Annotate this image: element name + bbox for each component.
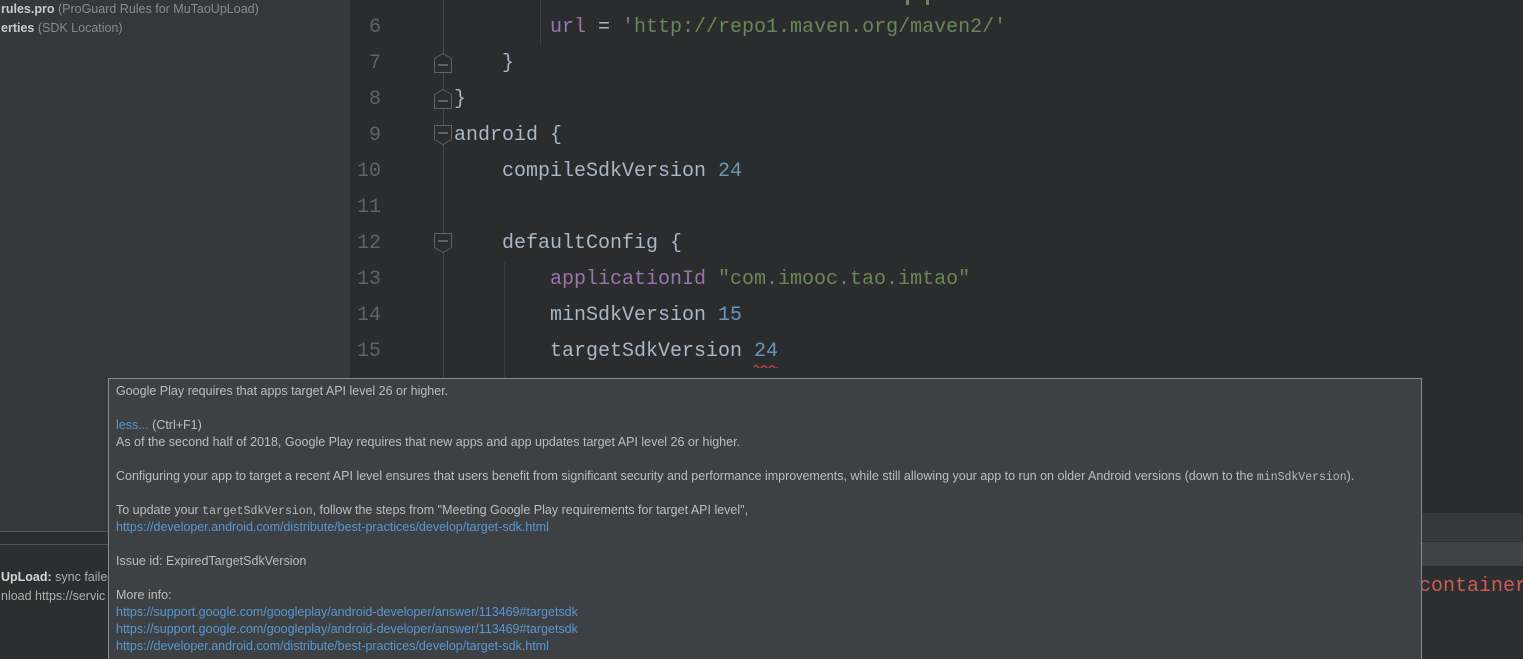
tooltip-link[interactable]: https://developer.android.com/distribute…	[116, 520, 549, 534]
line-number[interactable]: 15	[350, 334, 381, 370]
tree-item-name: rules.pro	[1, 2, 55, 16]
fold-start-marker[interactable]	[434, 125, 452, 145]
tooltip-link[interactable]: less...	[116, 418, 149, 432]
code-token: 24	[718, 160, 743, 183]
tooltip-line	[116, 451, 1419, 468]
code-token: 15	[718, 304, 743, 327]
code-line[interactable]: targetSdkVersion 24	[550, 334, 778, 370]
code-token: "com.imooc.tao.imtao"	[718, 268, 971, 291]
code-token: targetSdkVersion	[550, 340, 755, 363]
clipped-code-fragment	[906, 0, 909, 5]
indent-guide	[504, 262, 505, 378]
tooltip-text: ).	[1346, 469, 1355, 483]
tooltip-text: Issue id: ExpiredTargetSdkVersion	[116, 554, 307, 568]
fold-minus-icon	[438, 100, 448, 102]
tooltip-content: Google Play requires that apps target AP…	[116, 383, 1419, 655]
tooltip-line: https://support.google.com/googleplay/an…	[116, 604, 1419, 621]
tooltip-link[interactable]: https://support.google.com/googleplay/an…	[116, 605, 578, 619]
download-url-text: nload https://servic	[1, 589, 106, 603]
fold-minus-icon	[438, 64, 448, 66]
error-squiggle	[754, 364, 779, 368]
tree-item-description: (ProGuard Rules for MuTaoUpLoad)	[54, 2, 259, 16]
lint-tooltip: Google Play requires that apps target AP…	[108, 378, 1422, 659]
tooltip-text: Configuring your app to target a recent …	[116, 469, 1257, 483]
code-token: android {	[454, 124, 563, 147]
line-number[interactable]: 13	[350, 262, 381, 298]
code-line[interactable]: }	[454, 82, 466, 118]
tooltip-text: Google Play requires that apps target AP…	[116, 384, 449, 398]
tooltip-line	[116, 400, 1419, 417]
module-name-label: UpLoad:	[1, 570, 52, 584]
tooltip-text: , follow the steps from "Meeting Google …	[312, 503, 749, 517]
code-line[interactable]: compileSdkVersion 24	[502, 154, 742, 190]
fold-minus-icon	[438, 240, 448, 242]
tooltip-line: To update your targetSdkVersion, follow …	[116, 502, 1419, 519]
tooltip-text: To update your	[116, 503, 203, 517]
line-number[interactable]: 7	[350, 46, 381, 82]
code-token-error: 24	[754, 334, 778, 370]
inline-code: minSdkVersion	[1256, 471, 1347, 484]
code-token: }	[454, 88, 467, 111]
sync-failed-text: sync failed	[51, 570, 115, 584]
tree-item-description: (SDK Location)	[34, 21, 123, 35]
tooltip-arrow-fill	[755, 378, 779, 379]
fold-start-marker[interactable]	[434, 233, 452, 253]
code-token: 'http://repo1.maven.org/maven2/'	[622, 16, 1007, 39]
tooltip-line: https://developer.android.com/distribute…	[116, 519, 1419, 536]
console-error-text: container	[1419, 575, 1523, 598]
tooltip-line	[116, 536, 1419, 553]
fold-end-marker[interactable]	[434, 89, 452, 109]
tooltip-line	[116, 485, 1419, 502]
tooltip-link[interactable]: https://support.google.com/googleplay/an…	[116, 622, 578, 636]
clipped-code-fragment	[926, 0, 929, 5]
sync-failed-message[interactable]: UpLoad: sync failed	[1, 569, 114, 585]
code-line[interactable]: defaultConfig {	[502, 226, 682, 262]
tree-item-properties[interactable]: erties (SDK Location)	[1, 20, 123, 37]
code-line[interactable]: url = 'http://repo1.maven.org/maven2/'	[550, 10, 1006, 46]
line-number[interactable]: 10	[350, 154, 381, 190]
tooltip-line: As of the second half of 2018, Google Pl…	[116, 434, 1419, 451]
code-token: url	[550, 16, 587, 39]
tooltip-line: https://developer.android.com/distribute…	[116, 638, 1419, 655]
download-url-message[interactable]: nload https://servic	[1, 588, 105, 604]
line-number[interactable]: 9	[350, 118, 381, 154]
code-line[interactable]: }	[502, 46, 514, 82]
code-line[interactable]: minSdkVersion 15	[550, 298, 742, 334]
line-number[interactable]: 11	[350, 190, 381, 226]
tooltip-line: Google Play requires that apps target AP…	[116, 383, 1419, 400]
code-token: compileSdkVersion	[502, 160, 719, 183]
code-token: }	[502, 52, 515, 75]
code-token: minSdkVersion	[550, 304, 719, 327]
tooltip-line: https://support.google.com/googleplay/an…	[116, 621, 1419, 638]
tooltip-line: Issue id: ExpiredTargetSdkVersion	[116, 553, 1419, 570]
code-line[interactable]: applicationId "com.imooc.tao.imtao"	[550, 262, 970, 298]
tooltip-line: More info:	[116, 587, 1419, 604]
line-number[interactable]: 12	[350, 226, 381, 262]
tree-item-name: erties	[1, 21, 35, 35]
tooltip-line: Configuring your app to target a recent …	[116, 468, 1419, 485]
tooltip-line: less... (Ctrl+F1)	[116, 417, 1419, 434]
code-line[interactable]: android {	[454, 118, 562, 154]
tooltip-text: As of the second half of 2018, Google Pl…	[116, 435, 741, 449]
line-number[interactable]: 14	[350, 298, 381, 334]
ide-window: rules.pro (ProGuard Rules for MuTaoUpLoa…	[0, 0, 1523, 659]
tooltip-text: More info:	[116, 588, 172, 602]
tooltip-text: (Ctrl+F1)	[148, 418, 202, 432]
code-token: defaultConfig {	[502, 232, 683, 255]
indent-guide	[540, 0, 541, 46]
fold-minus-icon	[438, 132, 448, 134]
code-token: applicationId	[550, 268, 719, 291]
fold-end-marker[interactable]	[434, 53, 452, 73]
line-number[interactable]: 6	[350, 10, 381, 46]
tooltip-link[interactable]: https://developer.android.com/distribute…	[116, 639, 549, 653]
tree-item-proguard-rules[interactable]: rules.pro (ProGuard Rules for MuTaoUpLoa…	[1, 1, 259, 18]
inline-code: targetSdkVersion	[202, 505, 313, 518]
tooltip-line	[116, 570, 1419, 587]
code-token: =	[586, 16, 623, 39]
line-number[interactable]: 8	[350, 82, 381, 118]
